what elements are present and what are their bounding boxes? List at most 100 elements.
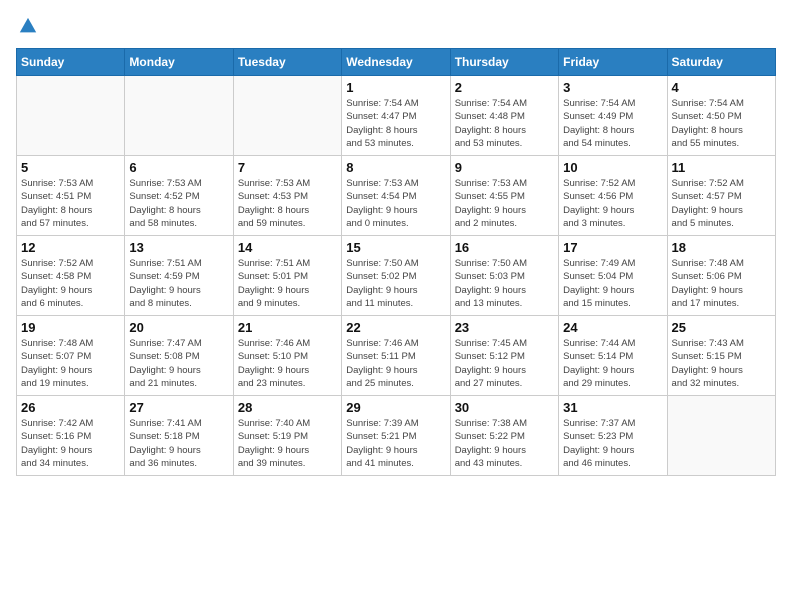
calendar-cell: 23 Sunrise: 7:45 AM Sunset: 5:12 PM Dayli… — [450, 316, 558, 396]
calendar-cell: 30Sunrise: 7:38 AM Sunset: 5:22 PM Dayli… — [450, 396, 558, 476]
day-number: 31 — [563, 400, 662, 415]
day-info: Sunrise: 7:46 AM Sunset: 5:11 PM Dayligh… — [346, 337, 445, 390]
day-info: Sunrise: 7:48 AM Sunset: 5:07 PM Dayligh… — [21, 337, 120, 390]
calendar-header-row: SundayMondayTuesdayWednesdayThursdayFrid… — [17, 49, 776, 76]
day-number: 16 — [455, 240, 554, 255]
day-info: Sunrise: 7:53 AM Sunset: 4:51 PM Dayligh… — [21, 177, 120, 230]
weekday-header: Friday — [559, 49, 667, 76]
calendar-cell: 27 Sunrise: 7:41 AM Sunset: 5:18 PM Dayli… — [125, 396, 233, 476]
day-number: 27 — [129, 400, 228, 415]
day-number: 17 — [563, 240, 662, 255]
weekday-header: Tuesday — [233, 49, 341, 76]
day-number: 11 — [672, 160, 771, 175]
day-number: 26 — [21, 400, 120, 415]
day-number: 14 — [238, 240, 337, 255]
day-number: 13 — [129, 240, 228, 255]
calendar-cell: 10Sunrise: 7:52 AM Sunset: 4:56 PM Dayli… — [559, 156, 667, 236]
day-info: Sunrise: 7:45 AM Sunset: 5:12 PM Dayligh… — [455, 337, 554, 390]
day-info: Sunrise: 7:42 AM Sunset: 5:16 PM Dayligh… — [21, 417, 120, 470]
weekday-header: Thursday — [450, 49, 558, 76]
calendar-week-row: 12 Sunrise: 7:52 AM Sunset: 4:58 PM Dayli… — [17, 236, 776, 316]
calendar-cell: 9 Sunrise: 7:53 AM Sunset: 4:55 PM Daylig… — [450, 156, 558, 236]
day-number: 3 — [563, 80, 662, 95]
calendar-cell: 16 Sunrise: 7:50 AM Sunset: 5:03 PM Dayli… — [450, 236, 558, 316]
day-number: 23 — [455, 320, 554, 335]
logo — [16, 16, 38, 36]
day-number: 4 — [672, 80, 771, 95]
day-number: 8 — [346, 160, 445, 175]
calendar-cell: 29Sunrise: 7:39 AM Sunset: 5:21 PM Dayli… — [342, 396, 450, 476]
calendar-cell: 11 Sunrise: 7:52 AM Sunset: 4:57 PM Dayli… — [667, 156, 775, 236]
calendar-cell — [233, 76, 341, 156]
day-number: 1 — [346, 80, 445, 95]
calendar-cell: 4 Sunrise: 7:54 AM Sunset: 4:50 PM Daylig… — [667, 76, 775, 156]
calendar-cell: 14 Sunrise: 7:51 AM Sunset: 5:01 PM Dayli… — [233, 236, 341, 316]
weekday-header: Sunday — [17, 49, 125, 76]
day-number: 28 — [238, 400, 337, 415]
weekday-header: Wednesday — [342, 49, 450, 76]
calendar-cell: 19 Sunrise: 7:48 AM Sunset: 5:07 PM Dayli… — [17, 316, 125, 396]
day-number: 9 — [455, 160, 554, 175]
day-info: Sunrise: 7:52 AM Sunset: 4:57 PM Dayligh… — [672, 177, 771, 230]
day-info: Sunrise: 7:50 AM Sunset: 5:03 PM Dayligh… — [455, 257, 554, 310]
day-info: Sunrise: 7:52 AM Sunset: 4:58 PM Dayligh… — [21, 257, 120, 310]
day-number: 22 — [346, 320, 445, 335]
calendar-week-row: 5 Sunrise: 7:53 AM Sunset: 4:51 PM Daylig… — [17, 156, 776, 236]
day-info: Sunrise: 7:53 AM Sunset: 4:52 PM Dayligh… — [129, 177, 228, 230]
calendar-cell: 31 Sunrise: 7:37 AM Sunset: 5:23 PM Dayli… — [559, 396, 667, 476]
day-info: Sunrise: 7:47 AM Sunset: 5:08 PM Dayligh… — [129, 337, 228, 390]
day-info: Sunrise: 7:54 AM Sunset: 4:50 PM Dayligh… — [672, 97, 771, 150]
calendar-cell: 28 Sunrise: 7:40 AM Sunset: 5:19 PM Dayli… — [233, 396, 341, 476]
calendar-cell: 26 Sunrise: 7:42 AM Sunset: 5:16 PM Dayli… — [17, 396, 125, 476]
day-info: Sunrise: 7:54 AM Sunset: 4:48 PM Dayligh… — [455, 97, 554, 150]
day-info: Sunrise: 7:41 AM Sunset: 5:18 PM Dayligh… — [129, 417, 228, 470]
day-info: Sunrise: 7:53 AM Sunset: 4:53 PM Dayligh… — [238, 177, 337, 230]
calendar-cell: 5 Sunrise: 7:53 AM Sunset: 4:51 PM Daylig… — [17, 156, 125, 236]
calendar-cell: 25Sunrise: 7:43 AM Sunset: 5:15 PM Dayli… — [667, 316, 775, 396]
day-info: Sunrise: 7:54 AM Sunset: 4:47 PM Dayligh… — [346, 97, 445, 150]
calendar-body: 1 Sunrise: 7:54 AM Sunset: 4:47 PM Daylig… — [17, 76, 776, 476]
day-number: 7 — [238, 160, 337, 175]
calendar-week-row: 1 Sunrise: 7:54 AM Sunset: 4:47 PM Daylig… — [17, 76, 776, 156]
day-info: Sunrise: 7:54 AM Sunset: 4:49 PM Dayligh… — [563, 97, 662, 150]
calendar-cell: 18 Sunrise: 7:48 AM Sunset: 5:06 PM Dayli… — [667, 236, 775, 316]
calendar-cell: 13 Sunrise: 7:51 AM Sunset: 4:59 PM Dayli… — [125, 236, 233, 316]
day-info: Sunrise: 7:48 AM Sunset: 5:06 PM Dayligh… — [672, 257, 771, 310]
logo-icon — [18, 16, 38, 36]
day-info: Sunrise: 7:51 AM Sunset: 4:59 PM Dayligh… — [129, 257, 228, 310]
calendar-cell: 24Sunrise: 7:44 AM Sunset: 5:14 PM Dayli… — [559, 316, 667, 396]
day-number: 2 — [455, 80, 554, 95]
calendar-week-row: 19 Sunrise: 7:48 AM Sunset: 5:07 PM Dayli… — [17, 316, 776, 396]
calendar-cell — [17, 76, 125, 156]
calendar-cell: 8 Sunrise: 7:53 AM Sunset: 4:54 PM Daylig… — [342, 156, 450, 236]
day-info: Sunrise: 7:43 AM Sunset: 5:15 PM Dayligh… — [672, 337, 771, 390]
day-number: 21 — [238, 320, 337, 335]
day-number: 5 — [21, 160, 120, 175]
day-info: Sunrise: 7:51 AM Sunset: 5:01 PM Dayligh… — [238, 257, 337, 310]
calendar-cell: 12 Sunrise: 7:52 AM Sunset: 4:58 PM Dayli… — [17, 236, 125, 316]
day-number: 12 — [21, 240, 120, 255]
calendar-cell: 22 Sunrise: 7:46 AM Sunset: 5:11 PM Dayli… — [342, 316, 450, 396]
day-info: Sunrise: 7:53 AM Sunset: 4:55 PM Dayligh… — [455, 177, 554, 230]
calendar-cell — [667, 396, 775, 476]
day-info: Sunrise: 7:52 AM Sunset: 4:56 PM Dayligh… — [563, 177, 662, 230]
calendar-cell — [125, 76, 233, 156]
day-number: 24 — [563, 320, 662, 335]
day-info: Sunrise: 7:40 AM Sunset: 5:19 PM Dayligh… — [238, 417, 337, 470]
page-header — [16, 16, 776, 36]
calendar-cell: 20Sunrise: 7:47 AM Sunset: 5:08 PM Dayli… — [125, 316, 233, 396]
calendar-cell: 7 Sunrise: 7:53 AM Sunset: 4:53 PM Daylig… — [233, 156, 341, 236]
day-info: Sunrise: 7:46 AM Sunset: 5:10 PM Dayligh… — [238, 337, 337, 390]
day-info: Sunrise: 7:53 AM Sunset: 4:54 PM Dayligh… — [346, 177, 445, 230]
calendar-cell: 15Sunrise: 7:50 AM Sunset: 5:02 PM Dayli… — [342, 236, 450, 316]
weekday-header: Saturday — [667, 49, 775, 76]
day-number: 18 — [672, 240, 771, 255]
day-number: 19 — [21, 320, 120, 335]
day-info: Sunrise: 7:39 AM Sunset: 5:21 PM Dayligh… — [346, 417, 445, 470]
calendar-week-row: 26 Sunrise: 7:42 AM Sunset: 5:16 PM Dayli… — [17, 396, 776, 476]
day-info: Sunrise: 7:37 AM Sunset: 5:23 PM Dayligh… — [563, 417, 662, 470]
day-info: Sunrise: 7:49 AM Sunset: 5:04 PM Dayligh… — [563, 257, 662, 310]
calendar-cell: 17 Sunrise: 7:49 AM Sunset: 5:04 PM Dayli… — [559, 236, 667, 316]
calendar-cell: 6Sunrise: 7:53 AM Sunset: 4:52 PM Daylig… — [125, 156, 233, 236]
calendar-cell: 1 Sunrise: 7:54 AM Sunset: 4:47 PM Daylig… — [342, 76, 450, 156]
